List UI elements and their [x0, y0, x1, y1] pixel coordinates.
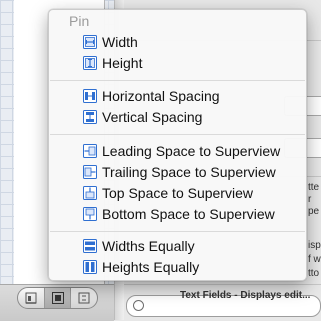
menu-item-width[interactable]: Width: [49, 32, 306, 53]
inspector-text-fragment: tte: [308, 182, 320, 193]
inspector-text-fragment: pe: [308, 206, 320, 217]
align-button[interactable]: [18, 288, 45, 308]
menu-item-top-space[interactable]: Top Space to Superview: [49, 183, 306, 204]
pin-button[interactable]: [44, 288, 72, 308]
pin-icon: [51, 292, 64, 304]
horizontal-spacing-icon: [83, 89, 97, 103]
vertical-spacing-icon: [83, 110, 97, 124]
menu-item-label: Top Space to Superview: [102, 185, 253, 201]
menu-item-vertical-spacing[interactable]: Vertical Spacing: [49, 107, 306, 128]
menu-item-heights-equally[interactable]: Heights Equally: [49, 257, 306, 278]
menu-item-leading-space[interactable]: Leading Space to Superview: [49, 141, 306, 162]
search-icon: [133, 300, 144, 311]
top-space-icon: [83, 186, 97, 200]
menu-item-label: Heights Equally: [102, 259, 200, 275]
bottom-space-icon: [83, 207, 97, 221]
menu-item-widths-equally[interactable]: Widths Equally: [49, 236, 306, 257]
menu-separator: [50, 80, 305, 81]
menu-item-horizontal-spacing[interactable]: Horizontal Spacing: [49, 86, 306, 107]
inspector-text-fragment: r: [308, 194, 312, 205]
menu-separator: [50, 134, 305, 135]
trailing-space-icon: [83, 165, 97, 179]
widths-equally-icon: [83, 239, 97, 253]
menu-item-label: Widths Equally: [102, 238, 195, 254]
menu-header: Pin: [69, 13, 90, 29]
menu-item-height[interactable]: Height: [49, 53, 306, 74]
inspector-text-fragment: isp: [308, 240, 321, 251]
autolayout-segmented-control: [17, 287, 98, 309]
menu-item-label: Bottom Space to Superview: [102, 206, 275, 222]
align-icon: [25, 292, 37, 304]
menu-item-trailing-space[interactable]: Trailing Space to Superview: [49, 162, 306, 183]
menu-item-label: Height: [102, 55, 143, 71]
inspector-text-fragment: tto: [308, 268, 320, 279]
heights-equally-icon: [83, 260, 97, 274]
inspector-divider: [124, 284, 321, 285]
menu-item-label: Width: [102, 34, 138, 50]
menu-item-label: Trailing Space to Superview: [102, 164, 276, 180]
resolve-button[interactable]: [71, 288, 97, 308]
pin-menu: Pin Width Height Horizontal Spacing Vert…: [48, 9, 307, 281]
resolve-icon: [78, 292, 90, 304]
pin-width-icon: [83, 35, 97, 49]
menu-item-label: Leading Space to Superview: [102, 143, 281, 159]
menu-separator: [50, 231, 305, 232]
pin-height-icon: [83, 56, 97, 70]
menu-item-label: Horizontal Spacing: [102, 88, 220, 104]
menu-item-label: Vertical Spacing: [102, 109, 203, 125]
leading-space-icon: [83, 144, 97, 158]
library-item-fragment: Text Fields - Displays edit...: [180, 290, 310, 301]
menu-item-bottom-space[interactable]: Bottom Space to Superview: [49, 204, 306, 225]
inspector-text-fragment: f w: [308, 254, 321, 265]
